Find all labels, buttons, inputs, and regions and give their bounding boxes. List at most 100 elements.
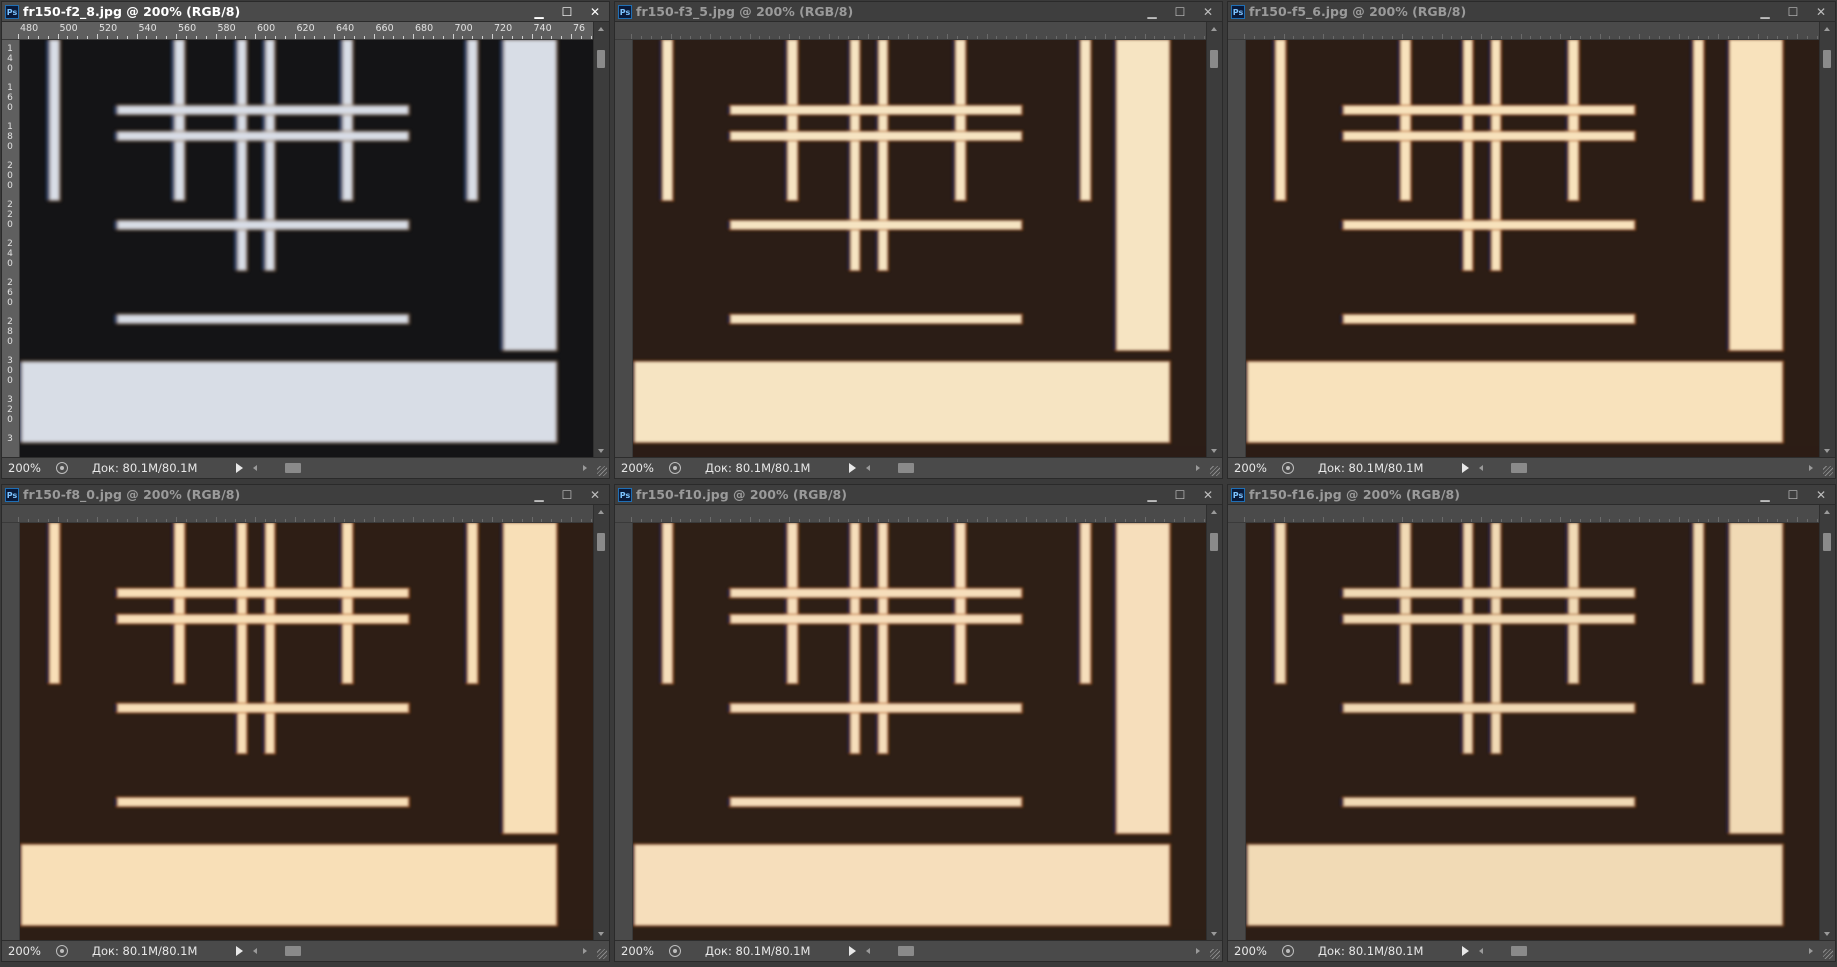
- scroll-left-icon[interactable]: [253, 465, 257, 471]
- resize-grip-icon[interactable]: [1210, 466, 1220, 476]
- play-icon[interactable]: [236, 463, 243, 473]
- title-bar[interactable]: Ps fr150-f10.jpg @ 200% (RGB/8) ▁ ☐ ✕: [615, 485, 1222, 505]
- status-menu-icon[interactable]: [56, 945, 68, 957]
- horizontal-scrollbar[interactable]: [866, 458, 1222, 478]
- horizontal-scrollbar[interactable]: [253, 458, 609, 478]
- resize-grip-icon[interactable]: [1210, 949, 1220, 959]
- vertical-scrollbar[interactable]: [593, 505, 609, 941]
- scroll-thumb[interactable]: [597, 533, 605, 551]
- scroll-right-icon[interactable]: [1809, 465, 1813, 471]
- title-bar[interactable]: Ps fr150-f5_6.jpg @ 200% (RGB/8) ▁ ☐ ✕: [1228, 2, 1835, 22]
- scroll-left-icon[interactable]: [1479, 948, 1483, 954]
- vertical-scrollbar[interactable]: [1206, 505, 1222, 941]
- close-icon[interactable]: ✕: [1194, 485, 1222, 504]
- resize-grip-icon[interactable]: [597, 466, 607, 476]
- zoom-level[interactable]: 200%: [1228, 461, 1276, 475]
- vertical-scrollbar[interactable]: [1206, 22, 1222, 458]
- status-menu-icon[interactable]: [56, 462, 68, 474]
- image-canvas[interactable]: [1246, 523, 1820, 941]
- scroll-thumb[interactable]: [597, 50, 605, 68]
- maximize-icon[interactable]: ☐: [1166, 485, 1194, 504]
- maximize-icon[interactable]: ☐: [553, 485, 581, 504]
- close-icon[interactable]: ✕: [1194, 2, 1222, 21]
- scroll-right-icon[interactable]: [1196, 948, 1200, 954]
- minimize-icon[interactable]: ▁: [525, 485, 553, 504]
- scroll-thumb[interactable]: [1823, 533, 1831, 551]
- minimize-icon[interactable]: ▁: [1138, 485, 1166, 504]
- scroll-up-icon[interactable]: [598, 27, 604, 31]
- scroll-up-icon[interactable]: [598, 510, 604, 514]
- vertical-scrollbar[interactable]: [1819, 505, 1835, 941]
- title-bar[interactable]: Ps fr150-f16.jpg @ 200% (RGB/8) ▁ ☐ ✕: [1228, 485, 1835, 505]
- horizontal-ruler[interactable]: [615, 505, 1207, 523]
- status-menu-icon[interactable]: [1282, 462, 1294, 474]
- scroll-down-icon[interactable]: [598, 449, 604, 453]
- scroll-right-icon[interactable]: [583, 465, 587, 471]
- resize-grip-icon[interactable]: [1823, 466, 1833, 476]
- scroll-thumb[interactable]: [1210, 533, 1218, 551]
- zoom-level[interactable]: 200%: [2, 944, 50, 958]
- title-bar[interactable]: Ps fr150-f8_0.jpg @ 200% (RGB/8) ▁ ☐ ✕: [2, 485, 609, 505]
- scroll-thumb[interactable]: [1210, 50, 1218, 68]
- document-window-6[interactable]: Ps fr150-f16.jpg @ 200% (RGB/8) ▁ ☐ ✕ 20…: [1227, 484, 1836, 962]
- play-icon[interactable]: [236, 946, 243, 956]
- play-icon[interactable]: [849, 463, 856, 473]
- document-window-2[interactable]: Ps fr150-f3_5.jpg @ 200% (RGB/8) ▁ ☐ ✕ 2…: [614, 1, 1223, 479]
- scroll-up-icon[interactable]: [1211, 27, 1217, 31]
- horizontal-scroll-thumb[interactable]: [1511, 463, 1527, 473]
- scroll-left-icon[interactable]: [866, 948, 870, 954]
- document-window-4[interactable]: Ps fr150-f8_0.jpg @ 200% (RGB/8) ▁ ☐ ✕ 2…: [1, 484, 610, 962]
- document-window-5[interactable]: Ps fr150-f10.jpg @ 200% (RGB/8) ▁ ☐ ✕ 20…: [614, 484, 1223, 962]
- horizontal-scroll-thumb[interactable]: [898, 946, 914, 956]
- play-icon[interactable]: [1462, 463, 1469, 473]
- document-window-1[interactable]: Ps fr150-f2_8.jpg @ 200% (RGB/8) ▁ ☐ ✕ 4…: [1, 1, 610, 479]
- horizontal-scrollbar[interactable]: [866, 941, 1222, 961]
- scroll-left-icon[interactable]: [253, 948, 257, 954]
- resize-grip-icon[interactable]: [597, 949, 607, 959]
- horizontal-scrollbar[interactable]: [253, 941, 609, 961]
- status-menu-icon[interactable]: [669, 462, 681, 474]
- image-canvas[interactable]: [20, 523, 594, 941]
- document-window-3[interactable]: Ps fr150-f5_6.jpg @ 200% (RGB/8) ▁ ☐ ✕ 2…: [1227, 1, 1836, 479]
- vertical-ruler[interactable]: [2, 523, 20, 941]
- minimize-icon[interactable]: ▁: [1751, 485, 1779, 504]
- scroll-right-icon[interactable]: [1196, 465, 1200, 471]
- horizontal-ruler[interactable]: [615, 22, 1207, 40]
- horizontal-ruler[interactable]: 480 500 520 540 560 580 600 620 640 660 680 700 720 7…: [2, 22, 594, 40]
- scroll-left-icon[interactable]: [866, 465, 870, 471]
- play-icon[interactable]: [1462, 946, 1469, 956]
- vertical-ruler[interactable]: 1 4 0 1 6 0 1 8 0 2 0 0 2 2 0 2 4 0 2 6 0 2 8 0…: [2, 40, 20, 458]
- scroll-left-icon[interactable]: [1479, 465, 1483, 471]
- image-canvas[interactable]: [1246, 40, 1820, 458]
- vertical-scrollbar[interactable]: [1819, 22, 1835, 458]
- scroll-up-icon[interactable]: [1211, 510, 1217, 514]
- image-canvas[interactable]: [633, 523, 1207, 941]
- title-bar[interactable]: Ps fr150-f3_5.jpg @ 200% (RGB/8) ▁ ☐ ✕: [615, 2, 1222, 22]
- minimize-icon[interactable]: ▁: [1751, 2, 1779, 21]
- horizontal-scroll-thumb[interactable]: [285, 463, 301, 473]
- scroll-right-icon[interactable]: [583, 948, 587, 954]
- vertical-ruler[interactable]: [1228, 523, 1246, 941]
- image-canvas[interactable]: [20, 40, 594, 458]
- scroll-down-icon[interactable]: [1824, 932, 1830, 936]
- maximize-icon[interactable]: ☐: [553, 2, 581, 21]
- horizontal-scrollbar[interactable]: [1479, 941, 1835, 961]
- close-icon[interactable]: ✕: [1807, 485, 1835, 504]
- vertical-scrollbar[interactable]: [593, 22, 609, 458]
- zoom-level[interactable]: 200%: [1228, 944, 1276, 958]
- vertical-ruler[interactable]: [615, 523, 633, 941]
- maximize-icon[interactable]: ☐: [1779, 2, 1807, 21]
- scroll-down-icon[interactable]: [1211, 449, 1217, 453]
- vertical-ruler[interactable]: [615, 40, 633, 458]
- close-icon[interactable]: ✕: [581, 2, 609, 21]
- horizontal-ruler[interactable]: [1228, 22, 1820, 40]
- horizontal-scroll-thumb[interactable]: [285, 946, 301, 956]
- scroll-up-icon[interactable]: [1824, 27, 1830, 31]
- close-icon[interactable]: ✕: [581, 485, 609, 504]
- image-canvas[interactable]: [633, 40, 1207, 458]
- scroll-thumb[interactable]: [1823, 50, 1831, 68]
- scroll-right-icon[interactable]: [1809, 948, 1813, 954]
- close-icon[interactable]: ✕: [1807, 2, 1835, 21]
- horizontal-scroll-thumb[interactable]: [1511, 946, 1527, 956]
- zoom-level[interactable]: 200%: [615, 461, 663, 475]
